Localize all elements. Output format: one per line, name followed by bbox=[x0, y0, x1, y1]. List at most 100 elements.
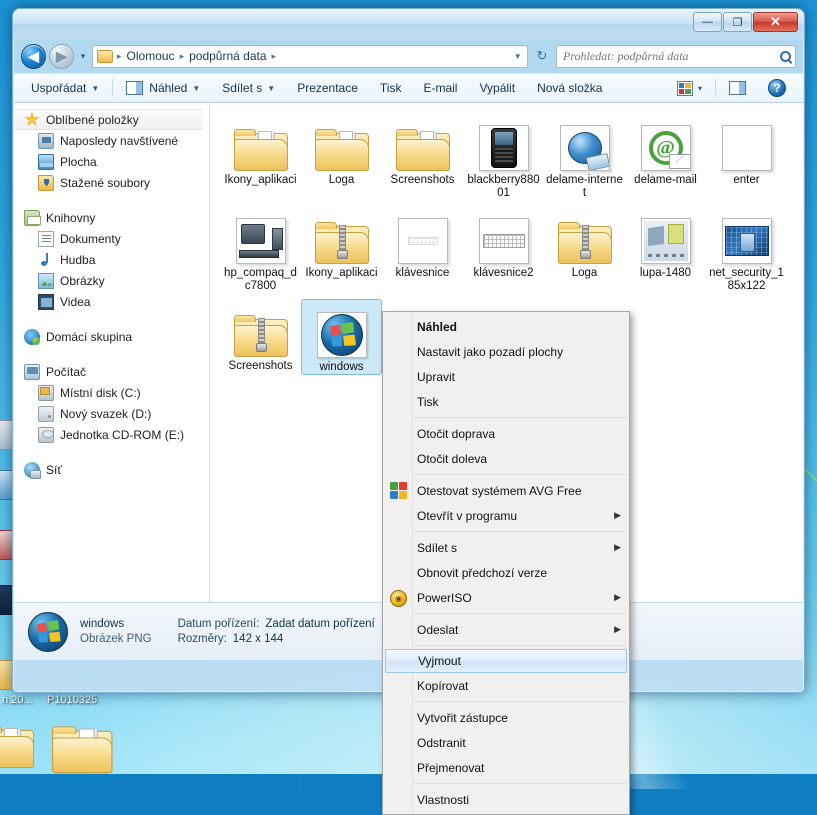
toolbar-preview[interactable]: Náhled ▼ bbox=[115, 76, 211, 100]
minimize-button[interactable]: — bbox=[693, 12, 722, 32]
toolbar-email[interactable]: E-mail bbox=[412, 76, 468, 100]
toolbar-burn[interactable]: Vypálit bbox=[468, 76, 526, 100]
close-button[interactable]: ✕ bbox=[753, 12, 798, 32]
file-item[interactable]: enter bbox=[706, 113, 787, 200]
menu-item-label: Vlastnosti bbox=[417, 792, 470, 807]
toolbar-organize[interactable]: Uspořádat ▼ bbox=[20, 76, 110, 100]
blank-photo-icon bbox=[721, 125, 772, 171]
menu-separator bbox=[414, 783, 627, 784]
menu-item-label: Odeslat bbox=[417, 622, 459, 637]
sidebar-item-local-disk-c[interactable]: Místní disk (C:) bbox=[14, 382, 209, 403]
menu-item-share-with[interactable]: Sdílet s ▶ bbox=[383, 535, 629, 560]
toolbar-change-view[interactable]: ▾ bbox=[666, 76, 713, 100]
maximize-button[interactable]: ❐ bbox=[723, 12, 752, 32]
file-item[interactable]: delame-internet bbox=[544, 113, 625, 200]
menu-separator bbox=[414, 613, 627, 614]
file-item[interactable]: blackberry88001 bbox=[463, 113, 544, 200]
menu-item-print[interactable]: Tisk bbox=[383, 389, 629, 414]
menu-item-set-as-desktop-background[interactable]: Nastavit jako pozadí plochy bbox=[383, 339, 629, 364]
breadcrumb-item-olomouc[interactable]: Olomouc bbox=[124, 49, 178, 63]
file-item[interactable]: Ikony_aplikaci bbox=[301, 206, 382, 293]
refresh-button[interactable]: ↻ bbox=[531, 48, 553, 64]
chevron-down-icon[interactable]: ▾ bbox=[698, 84, 702, 93]
menu-item-properties[interactable]: Vlastnosti bbox=[383, 787, 629, 812]
breadcrumb-item-podpurna-data[interactable]: podpůrná data bbox=[186, 49, 269, 63]
file-item[interactable]: Loga bbox=[544, 206, 625, 293]
details-dimensions-key: Rozměry: bbox=[177, 633, 227, 645]
file-item[interactable]: lupa-1480 bbox=[625, 206, 706, 293]
menu-item-delete[interactable]: Odstranit bbox=[383, 730, 629, 755]
file-item[interactable]: Screenshots bbox=[382, 113, 463, 200]
file-item[interactable]: Ikony_aplikaci bbox=[220, 113, 301, 200]
sidebar-item-recent-places[interactable]: Naposledy navštívené bbox=[14, 130, 209, 151]
menu-item-restore-previous-versions[interactable]: Obnovit předchozí verze bbox=[383, 560, 629, 585]
sidebar-item-volume-d[interactable]: Nový svazek (D:) bbox=[14, 403, 209, 424]
search-input[interactable] bbox=[561, 47, 777, 65]
music-icon bbox=[38, 252, 54, 268]
menu-item-send-to[interactable]: Odeslat ▶ bbox=[383, 617, 629, 642]
sidebar-group-computer[interactable]: Počítač bbox=[14, 361, 209, 382]
toolbar-slideshow[interactable]: Prezentace bbox=[286, 76, 369, 100]
toolbar-show-preview-pane[interactable] bbox=[718, 76, 757, 100]
folder-icon bbox=[52, 724, 114, 780]
desktop-folder-icon[interactable] bbox=[52, 724, 118, 780]
menu-item-open-with[interactable]: Otevřít v programu ▶ bbox=[383, 503, 629, 528]
desktop-folder-icon-partial[interactable] bbox=[0, 724, 46, 780]
details-date-row[interactable]: Datum pořízení: Zadat datum pořízení bbox=[178, 618, 375, 630]
file-item[interactable]: @ delame-mail bbox=[625, 113, 706, 200]
menu-item-label: Otočit doleva bbox=[417, 451, 488, 466]
file-item[interactable]: net_security_185x122 bbox=[706, 206, 787, 293]
breadcrumb[interactable]: ▸ Olomouc ▸ podpůrná data ▸ ▾ bbox=[92, 44, 528, 68]
sidebar-item-documents[interactable]: Dokumenty bbox=[14, 228, 209, 249]
file-item[interactable]: Loga bbox=[301, 113, 382, 200]
sidebar-item-cdrom-e[interactable]: Jednotka CD-ROM (E:) bbox=[14, 424, 209, 445]
sidebar-item-desktop[interactable]: Plocha bbox=[14, 151, 209, 172]
file-name: lupa-1480 bbox=[639, 267, 692, 279]
sidebar-group-libraries[interactable]: Knihovny bbox=[14, 207, 209, 228]
file-item[interactable]: klávesnice bbox=[382, 206, 463, 293]
toolbar-share-with[interactable]: Sdílet s ▼ bbox=[211, 76, 286, 100]
menu-item-rename[interactable]: Přejmenovat bbox=[383, 755, 629, 780]
breadcrumb-separator[interactable]: ▸ bbox=[270, 51, 279, 62]
file-item[interactable]: klávesnice2 bbox=[463, 206, 544, 293]
menu-item-label: Kopírovat bbox=[417, 678, 469, 693]
poweriso-icon: ◉ bbox=[390, 589, 407, 607]
menu-item-create-shortcut[interactable]: Vytvořit zástupce bbox=[383, 705, 629, 730]
search-box[interactable] bbox=[556, 44, 796, 68]
globe-photo-icon bbox=[559, 125, 610, 171]
address-dropdown-icon[interactable]: ▾ bbox=[510, 51, 525, 62]
breadcrumb-separator[interactable]: ▸ bbox=[178, 51, 187, 62]
menu-item-preview[interactable]: Náhled bbox=[383, 314, 629, 339]
details-date-value[interactable]: Zadat datum pořízení bbox=[265, 618, 374, 630]
menu-item-cut[interactable]: Vyjmout bbox=[385, 649, 627, 673]
context-menu[interactable]: Náhled Nastavit jako pozadí plochy Uprav… bbox=[382, 311, 630, 815]
sidebar-item-music[interactable]: Hudba bbox=[14, 249, 209, 270]
sidebar-item-label: Videa bbox=[60, 294, 91, 309]
forward-button[interactable]: ▶ bbox=[49, 43, 74, 69]
file-item[interactable]: Screenshots bbox=[220, 299, 301, 375]
menu-item-poweriso[interactable]: ◉ PowerISO ▶ bbox=[383, 585, 629, 610]
recent-pages-dropdown-icon[interactable]: ▾ bbox=[77, 51, 89, 62]
file-name: Ikony_aplikaci bbox=[224, 174, 297, 186]
sidebar-item-downloads[interactable]: Stažené soubory bbox=[14, 172, 209, 193]
toolbar-print[interactable]: Tisk bbox=[369, 76, 413, 100]
folder-icon bbox=[393, 117, 453, 171]
sidebar-group-homegroup[interactable]: Domácí skupina bbox=[14, 326, 209, 347]
menu-item-scan-with-avg[interactable]: Otestovat systémem AVG Free bbox=[383, 478, 629, 503]
back-button[interactable]: ◀ bbox=[21, 43, 46, 69]
command-toolbar: Uspořádat ▼ Náhled ▼ Sdílet s ▼ Prezenta… bbox=[14, 73, 803, 103]
sidebar-item-videos[interactable]: Videa bbox=[14, 291, 209, 312]
menu-item-rotate-left[interactable]: Otočit doleva bbox=[383, 446, 629, 471]
menu-item-copy[interactable]: Kopírovat bbox=[383, 673, 629, 698]
sidebar-item-label: Nový svazek (D:) bbox=[60, 406, 152, 421]
menu-item-rotate-right[interactable]: Otočit doprava bbox=[383, 421, 629, 446]
sidebar-item-pictures[interactable]: Obrázky bbox=[14, 270, 209, 291]
toolbar-new-folder[interactable]: Nová složka bbox=[526, 76, 613, 100]
sidebar-group-favorites[interactable]: Oblíbené položky bbox=[14, 109, 203, 130]
toolbar-help[interactable]: ? bbox=[757, 76, 797, 100]
file-item[interactable]: hp_compaq_dc7800 bbox=[220, 206, 301, 293]
sidebar-group-network[interactable]: Síť bbox=[14, 459, 209, 480]
menu-item-edit[interactable]: Upravit bbox=[383, 364, 629, 389]
title-bar[interactable]: — ❐ ✕ bbox=[13, 9, 804, 39]
file-item-selected[interactable]: windows bbox=[301, 299, 382, 375]
